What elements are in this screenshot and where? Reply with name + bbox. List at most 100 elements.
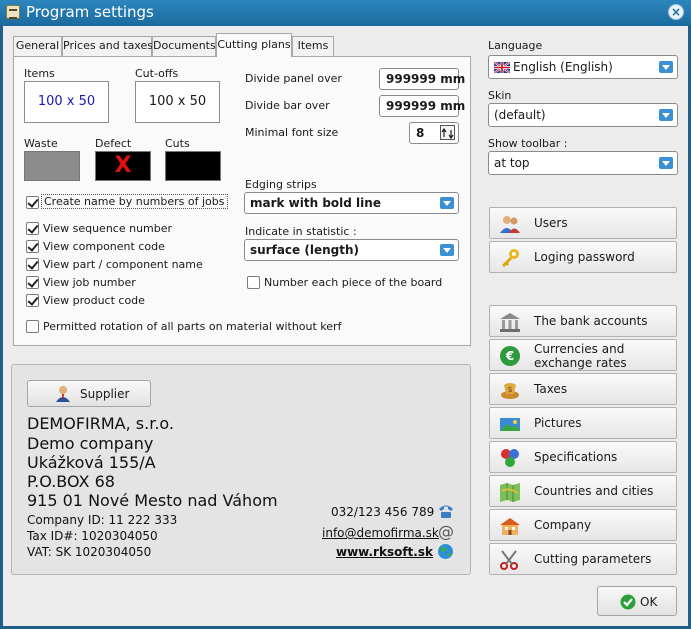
taxes-button[interactable]: $ Taxes [489, 373, 677, 405]
view-job-number-label: View job number [43, 276, 136, 289]
currencies-button[interactable]: € Currencies and exchange rates [489, 339, 677, 371]
supplier-tax-id: Tax ID#: 1020304050 [27, 529, 158, 543]
min-font-value: 8 [416, 126, 425, 140]
ok-button[interactable]: OK [597, 586, 677, 616]
skin-label: Skin [488, 89, 512, 102]
ok-check-icon [620, 594, 636, 610]
view-sequence-label: View sequence number [43, 222, 173, 235]
key-icon [502, 249, 519, 267]
tab-general[interactable]: General [13, 36, 62, 56]
statistic-select[interactable]: surface (length) [244, 239, 459, 261]
currencies-label: Currencies and exchange rates [534, 342, 627, 370]
supplier-name: DEMOFIRMA, s.r.o. [27, 414, 174, 433]
chevron-down-icon [659, 61, 673, 73]
countries-cities-button[interactable]: Countries and cities [489, 475, 677, 507]
number-each-checkbox[interactable] [247, 276, 260, 289]
chevron-down-icon [659, 109, 673, 121]
supplier-web-link[interactable]: www.rksoft.sk [336, 545, 433, 559]
cuts-label: Cuts [165, 137, 190, 150]
tab-documents[interactable]: Documents [152, 36, 216, 56]
app-icon [6, 5, 20, 19]
uk-flag-icon [494, 62, 510, 73]
company-icon [500, 518, 520, 535]
chevron-down-icon [659, 157, 673, 169]
divide-panel-input[interactable]: 999999 mm [379, 68, 465, 90]
view-part-name-label: View part / component name [43, 258, 203, 271]
svg-text:€: € [505, 349, 514, 363]
bank-icon [500, 313, 520, 332]
min-font-input[interactable]: 8 [409, 122, 459, 144]
waste-color-swatch[interactable] [24, 151, 80, 181]
supplier-pobox: P.O.BOX 68 [27, 472, 115, 491]
language-label: Language [488, 39, 543, 52]
bank-accounts-label: The bank accounts [534, 314, 648, 328]
supplier-button-label: Supplier [80, 387, 130, 401]
items-color-sample[interactable]: 100 x 50 [24, 81, 109, 123]
tab-items[interactable]: Items [292, 36, 334, 56]
supplier-vat: VAT: SK 1020304050 [27, 545, 152, 559]
at-icon: @ [438, 522, 454, 541]
users-icon [500, 216, 520, 233]
view-part-name-checkbox[interactable] [26, 258, 39, 271]
company-label: Company [534, 518, 592, 532]
loging-password-label: Loging password [534, 250, 635, 264]
scissors-icon [500, 550, 518, 570]
close-button[interactable]: × [668, 4, 684, 20]
picture-icon [500, 418, 520, 431]
pictures-label: Pictures [534, 416, 582, 430]
view-job-number-checkbox[interactable] [26, 276, 39, 289]
loging-password-button[interactable]: Loging password [489, 241, 677, 273]
statistic-label: Indicate in statistic : [245, 225, 357, 238]
bank-accounts-button[interactable]: The bank accounts [489, 305, 677, 337]
taxes-label: Taxes [534, 382, 568, 396]
cuts-color-swatch[interactable] [165, 151, 221, 181]
create-name-checkbox[interactable] [26, 196, 39, 209]
person-icon [56, 386, 70, 402]
supplier-button[interactable]: Supplier [27, 380, 151, 407]
skin-select[interactable]: (default) [488, 103, 678, 127]
svg-text:$: $ [507, 385, 512, 394]
edging-label: Edging strips [245, 178, 317, 191]
defect-label: Defect [95, 137, 132, 150]
font-size-spin-icon[interactable] [440, 125, 455, 140]
title-bar: Program settings × [0, 0, 691, 26]
divide-bar-input[interactable]: 999999 mm [379, 95, 465, 117]
cutting-parameters-label: Cutting parameters [534, 552, 652, 566]
company-button[interactable]: Company [489, 509, 677, 541]
specifications-label: Specifications [534, 450, 618, 464]
permitted-rotation-label: Permitted rotation of all parts on mater… [43, 320, 342, 333]
waste-label: Waste [24, 137, 58, 150]
divide-bar-label: Divide bar over [245, 99, 330, 112]
create-name-label: Create name by numbers of jobs [41, 194, 228, 209]
window-title: Program settings [26, 3, 154, 21]
supplier-email-link[interactable]: info@demofirma.sk [322, 526, 439, 540]
cutting-parameters-button[interactable]: Cutting parameters [489, 543, 677, 575]
statistic-value: surface (length) [250, 243, 359, 257]
view-component-code-checkbox[interactable] [26, 240, 39, 253]
specifications-button[interactable]: Specifications [489, 441, 677, 473]
cutoffs-color-sample[interactable]: 100 x 50 [135, 81, 220, 123]
ok-label: OK [640, 595, 658, 609]
tab-prices-and-taxes[interactable]: Prices and taxes [62, 36, 153, 56]
map-icon [500, 483, 520, 502]
edging-select[interactable]: mark with bold line [244, 192, 459, 214]
tab-cutting-plans[interactable]: Cutting plans [216, 33, 292, 57]
phone-icon [439, 505, 453, 518]
number-each-label: Number each piece of the board [264, 276, 443, 289]
edging-value: mark with bold line [250, 196, 381, 210]
money-icon: $ [501, 383, 519, 399]
min-font-label: Minimal font size [245, 126, 339, 139]
supplier-name-2: Demo company [27, 434, 154, 453]
supplier-street: Ukážková 155/A [27, 453, 156, 472]
view-product-code-checkbox[interactable] [26, 294, 39, 307]
pictures-button[interactable]: Pictures [489, 407, 677, 439]
supplier-city: 915 01 Nové Mesto nad Váhom [27, 491, 278, 510]
supplier-company-id: Company ID: 11 222 333 [27, 513, 178, 527]
view-sequence-checkbox[interactable] [26, 222, 39, 235]
language-select[interactable]: English (English) [488, 55, 678, 79]
permitted-rotation-checkbox[interactable] [26, 320, 39, 333]
users-button[interactable]: Users [489, 207, 677, 239]
toolbar-select[interactable]: at top [488, 151, 678, 175]
view-component-code-label: View component code [43, 240, 165, 253]
defect-color-swatch[interactable]: X [95, 151, 151, 181]
